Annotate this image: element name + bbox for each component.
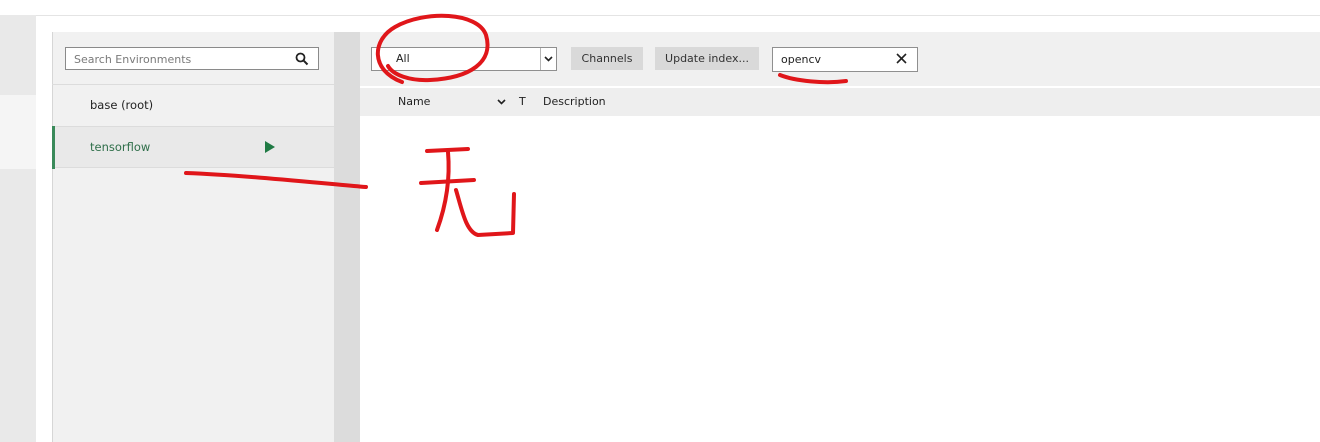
channels-button[interactable]: Channels [571,47,643,70]
environment-item-tensorflow[interactable]: tensorflow [52,126,334,169]
package-search-box[interactable] [772,47,918,72]
package-table-header: Name T Description [360,88,1320,116]
window-top-border [0,15,1320,16]
environment-search-input[interactable] [66,49,292,70]
column-header-type[interactable]: T [519,88,526,116]
app-nav-rail-active-item[interactable] [0,95,36,169]
close-icon[interactable] [896,53,907,64]
active-indicator [52,126,55,169]
package-list-empty [360,116,1320,442]
environment-item-label: base (root) [90,98,154,112]
sort-chevron-down-icon[interactable] [497,98,506,106]
column-header-description[interactable]: Description [543,88,606,116]
select-separator [540,48,541,70]
panel-splitter[interactable] [334,32,360,442]
update-index-button[interactable]: Update index... [655,47,759,70]
search-icon[interactable] [295,52,309,66]
play-icon[interactable] [265,141,275,153]
app-nav-rail [0,15,36,442]
package-filter-value: All [396,52,410,65]
environment-item-base[interactable]: base (root) [52,84,334,126]
package-filter-select[interactable]: All [371,47,557,71]
chevron-down-icon [544,56,553,62]
column-header-name[interactable]: Name [398,88,430,116]
environment-item-label: tensorflow [90,140,151,154]
environment-search-box[interactable] [65,47,319,70]
package-search-input[interactable] [773,48,891,71]
